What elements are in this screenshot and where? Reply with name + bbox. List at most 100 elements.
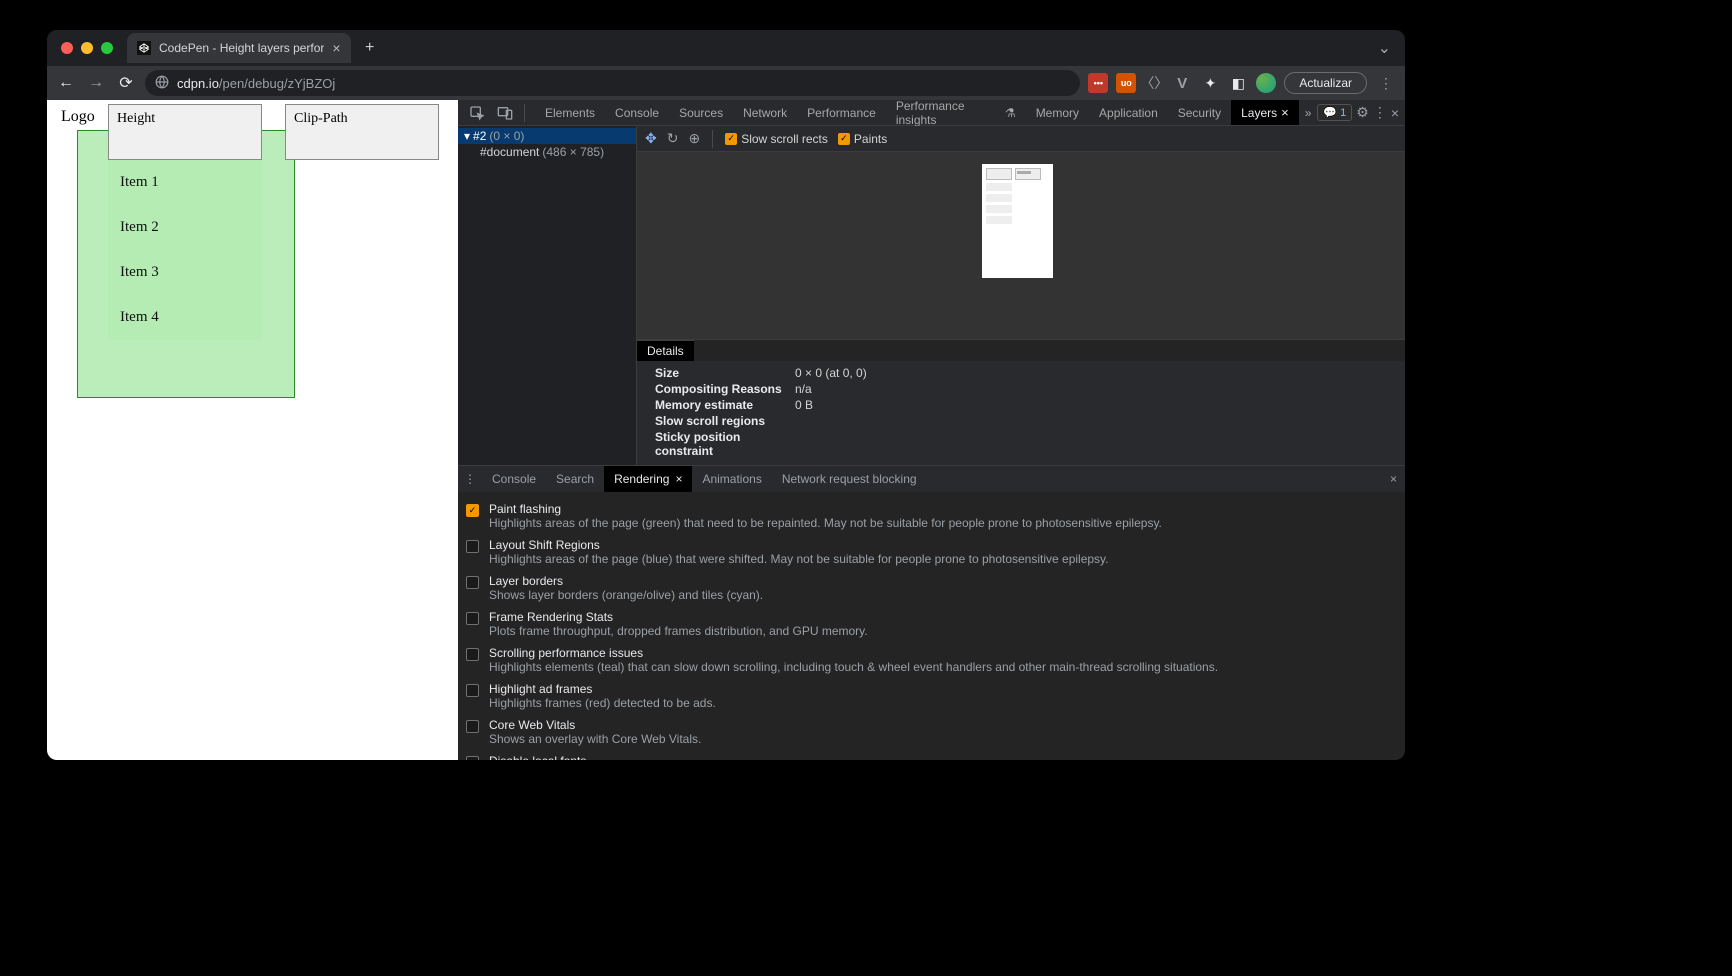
layers-detail: ✥ ↻ ⊕ ✓Slow scroll rects ✓Paints <box>637 126 1405 465</box>
layer-node[interactable]: ▾ #2(0 × 0) <box>458 128 636 144</box>
option-description: Shows an overlay with Core Web Vitals. <box>489 732 701 746</box>
drawer-tab-rendering[interactable]: Rendering× <box>604 466 692 492</box>
devtools-drawer: ⋮ Console Search Rendering× Animations N… <box>458 465 1405 760</box>
checkbox[interactable] <box>466 540 479 553</box>
devtools: Elements Console Sources Network Perform… <box>458 100 1405 760</box>
option-description: Highlights areas of the page (green) tha… <box>489 516 1162 530</box>
tab-security[interactable]: Security <box>1168 100 1231 125</box>
browser-window: CodePen - Height layers perfor × + ⌄ ← →… <box>47 30 1405 760</box>
inspect-element-icon[interactable] <box>466 102 488 124</box>
reset-view-icon[interactable]: ✥ <box>645 130 657 147</box>
update-button[interactable]: Actualizar <box>1284 72 1367 94</box>
checkbox[interactable] <box>466 576 479 589</box>
dropdown-item[interactable]: Item 2 <box>108 205 262 250</box>
rendering-option[interactable]: Highlight ad framesHighlights frames (re… <box>466 678 1397 714</box>
tabs-overflow-icon[interactable]: » <box>1299 106 1318 120</box>
option-description: Highlights elements (teal) that can slow… <box>489 660 1218 674</box>
dropdown-item[interactable]: Item 3 <box>108 250 262 295</box>
browser-menu-icon[interactable]: ⋮ <box>1375 75 1397 92</box>
drawer-menu-icon[interactable]: ⋮ <box>458 472 482 486</box>
extension-icons: ••• uo 〈〉 V ✦ ◧ Actualizar ⋮ <box>1088 72 1397 94</box>
rendering-panel: ✓Paint flashingHighlights areas of the p… <box>458 492 1405 760</box>
option-title: Disable local fonts <box>489 754 900 760</box>
layers-tree: ▾ #2(0 × 0) #document(486 × 785) <box>458 126 637 465</box>
checkbox[interactable] <box>466 648 479 661</box>
nav-back-icon[interactable]: ← <box>55 72 77 94</box>
details-header: Details <box>637 340 694 361</box>
rendering-option[interactable]: Layer bordersShows layer borders (orange… <box>466 570 1397 606</box>
option-description: Highlights frames (red) detected to be a… <box>489 696 716 710</box>
devtools-tabs: Elements Console Sources Network Perform… <box>458 100 1405 126</box>
settings-icon[interactable]: ⚙ <box>1356 104 1369 121</box>
issues-icon: 💬 <box>1323 106 1337 119</box>
rendering-option[interactable]: Frame Rendering StatsPlots frame through… <box>466 606 1397 642</box>
profile-avatar-icon[interactable] <box>1256 73 1276 93</box>
rendering-option[interactable]: Disable local fontsDisables local() sour… <box>466 750 1397 760</box>
tab-console[interactable]: Console <box>605 100 669 125</box>
extension-icon[interactable]: ••• <box>1088 73 1108 93</box>
tab-title: CodePen - Height layers perfor <box>159 41 324 55</box>
layer-node[interactable]: #document(486 × 785) <box>458 144 636 160</box>
checkbox[interactable] <box>466 756 479 760</box>
drawer-close-icon[interactable]: × <box>1390 472 1405 486</box>
menu-icon[interactable]: ⋮ <box>1373 104 1387 121</box>
slow-scroll-rects-toggle[interactable]: ✓Slow scroll rects <box>725 132 828 146</box>
nav-forward-icon[interactable]: → <box>85 72 107 94</box>
side-panel-icon[interactable]: ◧ <box>1228 73 1248 93</box>
drawer-tab-console[interactable]: Console <box>482 466 546 492</box>
checkbox[interactable]: ✓ <box>466 504 479 517</box>
tab-network[interactable]: Network <box>733 100 797 125</box>
drawer-tab-network-blocking[interactable]: Network request blocking <box>772 466 927 492</box>
tab-performance-insights[interactable]: Performance insights ⚗ <box>886 100 1026 125</box>
dropdown-item[interactable]: Item 1 <box>108 160 262 205</box>
option-title: Layout Shift Regions <box>489 538 1109 552</box>
browser-tab[interactable]: CodePen - Height layers perfor × <box>127 33 351 63</box>
checkbox[interactable] <box>466 612 479 625</box>
tab-clippath-button[interactable]: Clip-Path <box>285 104 439 160</box>
issues-badge[interactable]: 💬1 <box>1317 104 1352 121</box>
tab-elements[interactable]: Elements <box>535 100 605 125</box>
window-close-icon[interactable] <box>61 42 73 54</box>
tab-performance[interactable]: Performance <box>797 100 886 125</box>
extensions-menu-icon[interactable]: ✦ <box>1200 73 1220 93</box>
extension-icon[interactable]: V <box>1172 73 1192 93</box>
layer-preview <box>982 164 1053 278</box>
checkbox[interactable] <box>466 720 479 733</box>
rendering-option[interactable]: Scrolling performance issuesHighlights e… <box>466 642 1397 678</box>
tabs-dropdown-icon[interactable]: ⌄ <box>1378 38 1397 58</box>
tab-memory[interactable]: Memory <box>1026 100 1089 125</box>
close-icon[interactable]: × <box>1281 105 1289 120</box>
site-info-icon[interactable] <box>155 75 169 92</box>
device-toolbar-icon[interactable] <box>494 102 516 124</box>
paints-toggle[interactable]: ✓Paints <box>838 132 887 146</box>
window-zoom-icon[interactable] <box>101 42 113 54</box>
window-minimize-icon[interactable] <box>81 42 93 54</box>
extension-icon[interactable]: 〈〉 <box>1144 73 1164 93</box>
rendering-option[interactable]: Core Web VitalsShows an overlay with Cor… <box>466 714 1397 750</box>
rendering-option[interactable]: Layout Shift RegionsHighlights areas of … <box>466 534 1397 570</box>
tab-close-icon[interactable]: × <box>332 40 340 56</box>
tab-sources[interactable]: Sources <box>669 100 733 125</box>
pan-mode-icon[interactable]: ↻ <box>667 130 679 147</box>
drawer-tab-search[interactable]: Search <box>546 466 604 492</box>
url-text: cdpn.io/pen/debug/zYjBZOj <box>177 76 335 91</box>
beaker-icon: ⚗ <box>1005 106 1016 120</box>
rendering-option[interactable]: ✓Paint flashingHighlights areas of the p… <box>466 498 1397 534</box>
dropdown-item[interactable]: Item 4 <box>108 295 262 340</box>
option-title: Frame Rendering Stats <box>489 610 868 624</box>
new-tab-button[interactable]: + <box>357 35 383 61</box>
close-devtools-icon[interactable]: × <box>1391 105 1399 121</box>
tab-height-button[interactable]: Height <box>108 104 262 160</box>
close-icon[interactable]: × <box>675 472 682 486</box>
nav-reload-icon[interactable]: ⟳ <box>115 72 137 94</box>
tab-bar: CodePen - Height layers perfor × + ⌄ <box>47 30 1405 66</box>
address-bar[interactable]: cdpn.io/pen/debug/zYjBZOj <box>145 70 1080 96</box>
layers-3d-view[interactable] <box>637 152 1405 339</box>
tab-application[interactable]: Application <box>1089 100 1168 125</box>
tab-layers[interactable]: Layers × <box>1231 100 1299 125</box>
drawer-tab-animations[interactable]: Animations <box>692 466 771 492</box>
rotate-mode-icon[interactable]: ⊕ <box>688 130 700 147</box>
extension-icon[interactable]: uo <box>1116 73 1136 93</box>
checkbox[interactable] <box>466 684 479 697</box>
expand-icon[interactable]: ▾ <box>464 129 470 143</box>
